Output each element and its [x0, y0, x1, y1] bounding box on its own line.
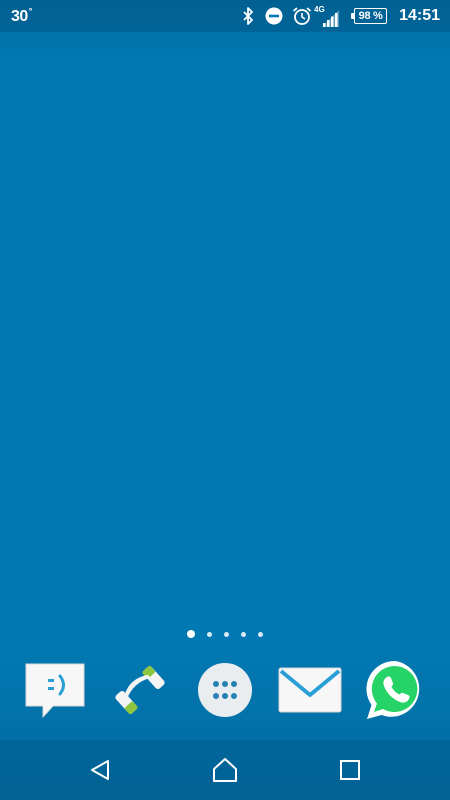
status-bar[interactable]: 30° 4G 98 % 14:51: [0, 0, 450, 32]
recents-button[interactable]: [330, 755, 370, 785]
email-app[interactable]: [275, 655, 345, 725]
app-drawer-button[interactable]: [190, 655, 260, 725]
phone-app[interactable]: [105, 655, 175, 725]
phone-icon: [115, 665, 165, 715]
app-dock: [0, 655, 450, 730]
do-not-disturb-icon: [265, 7, 283, 25]
battery-icon: 98 %: [351, 8, 388, 24]
page-dot[interactable]: [224, 631, 229, 637]
cell-signal-icon: 4G: [314, 4, 342, 28]
app-drawer-icon: [198, 663, 252, 717]
bluetooth-icon: [240, 7, 256, 25]
page-dot[interactable]: [258, 631, 263, 637]
whatsapp-icon: [366, 660, 420, 719]
alarm-clock-icon: [292, 6, 312, 26]
page-indicator: [0, 628, 450, 640]
temperature-value: 30: [11, 8, 28, 25]
battery-percent: 98 %: [358, 10, 383, 22]
messaging-app[interactable]: [20, 655, 90, 725]
messaging-icon: [25, 663, 85, 719]
home-icon: [213, 758, 237, 782]
back-button[interactable]: [80, 755, 120, 785]
email-icon: [278, 667, 342, 713]
navigation-bar: [0, 740, 450, 800]
status-clock: 14:51: [399, 7, 440, 24]
page-dot[interactable]: [207, 631, 212, 637]
page-dot-active[interactable]: [187, 630, 195, 638]
back-icon: [91, 760, 109, 780]
temperature-unit: °: [28, 6, 33, 16]
home-button[interactable]: [205, 755, 245, 785]
whatsapp-app[interactable]: [360, 655, 430, 725]
page-dot[interactable]: [241, 631, 246, 637]
weather-temperature: 30°: [11, 6, 32, 26]
status-icons: 4G 98 % 14:51: [240, 0, 440, 32]
recents-icon: [340, 760, 360, 780]
